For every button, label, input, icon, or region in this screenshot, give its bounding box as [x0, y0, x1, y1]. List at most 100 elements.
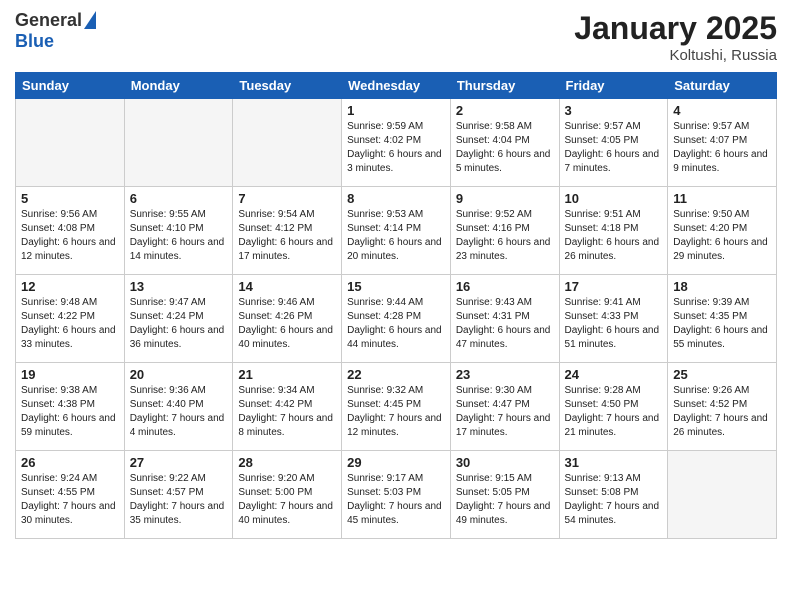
calendar-day-header: Friday [559, 73, 668, 99]
day-number: 16 [456, 279, 554, 294]
cell-info: Sunrise: 9:55 AMSunset: 4:10 PMDaylight:… [130, 208, 228, 264]
day-number: 11 [673, 191, 771, 206]
day-number: 14 [238, 279, 336, 294]
calendar-cell: 4 Sunrise: 9:57 AMSunset: 4:07 PMDaylight… [668, 99, 777, 187]
page-header: General Blue January 2025 Koltushi, Russ… [15, 10, 777, 64]
cell-info: Sunrise: 9:44 AMSunset: 4:28 PMDaylight:… [347, 296, 445, 352]
logo: General Blue [15, 10, 96, 52]
cell-info: Sunrise: 9:52 AMSunset: 4:16 PMDaylight:… [456, 208, 554, 264]
cell-info: Sunrise: 9:57 AMSunset: 4:07 PMDaylight:… [673, 120, 771, 176]
calendar-day-header: Saturday [668, 73, 777, 99]
day-number: 30 [456, 455, 554, 470]
calendar-cell: 29Sunrise: 9:17 AMSunset: 5:03 PMDayligh… [342, 451, 451, 539]
calendar-cell: 19 Sunrise: 9:38 AMSunset: 4:38 PMDayligh… [16, 363, 125, 451]
cell-info: Sunrise: 9:43 AMSunset: 4:31 PMDaylight:… [456, 296, 554, 352]
cell-info: Sunrise: 9:58 AMSunset: 4:04 PMDaylight:… [456, 120, 554, 176]
cell-info: Sunrise: 9:38 AMSunset: 4:38 PMDaylight:… [21, 384, 119, 440]
calendar-cell: 9Sunrise: 9:52 AMSunset: 4:16 PMDaylight… [450, 187, 559, 275]
calendar-cell: 31Sunrise: 9:13 AMSunset: 5:08 PMDayligh… [559, 451, 668, 539]
calendar-header-row: SundayMondayTuesdayWednesdayThursdayFrid… [16, 73, 777, 99]
location: Koltushi, Russia [574, 47, 777, 64]
calendar-cell [233, 99, 342, 187]
calendar-cell: 18 Sunrise: 9:39 AMSunset: 4:35 PMDayligh… [668, 275, 777, 363]
calendar-cell: 2 Sunrise: 9:58 AMSunset: 4:04 PMDaylight… [450, 99, 559, 187]
day-number: 8 [347, 191, 445, 206]
day-number: 31 [565, 455, 663, 470]
calendar-cell: 22 Sunrise: 9:32 AMSunset: 4:45 PMDayligh… [342, 363, 451, 451]
calendar-cell: 27 Sunrise: 9:22 AMSunset: 4:57 PMDayligh… [124, 451, 233, 539]
cell-info: Sunrise: 9:15 AMSunset: 5:05 PMDaylight:… [456, 472, 554, 528]
calendar-cell: 20Sunrise: 9:36 AMSunset: 4:40 PMDayligh… [124, 363, 233, 451]
cell-info: Sunrise: 9:30 AMSunset: 4:47 PMDaylight:… [456, 384, 554, 440]
cell-info: Sunrise: 9:51 AMSunset: 4:18 PMDaylight:… [565, 208, 663, 264]
day-number: 1 [347, 103, 445, 118]
day-number: 3 [565, 103, 663, 118]
cell-info: Sunrise: 9:41 AMSunset: 4:33 PMDaylight:… [565, 296, 663, 352]
calendar-cell: 8 Sunrise: 9:53 AMSunset: 4:14 PMDaylight… [342, 187, 451, 275]
calendar-day-header: Thursday [450, 73, 559, 99]
calendar-cell: 6 Sunrise: 9:55 AMSunset: 4:10 PMDaylight… [124, 187, 233, 275]
cell-info: Sunrise: 9:28 AMSunset: 4:50 PMDaylight:… [565, 384, 663, 440]
cell-info: Sunrise: 9:32 AMSunset: 4:45 PMDaylight:… [347, 384, 445, 440]
calendar-cell [668, 451, 777, 539]
day-number: 6 [130, 191, 228, 206]
day-number: 2 [456, 103, 554, 118]
calendar-week-row: 12 Sunrise: 9:48 AMSunset: 4:22 PMDayligh… [16, 275, 777, 363]
day-number: 5 [21, 191, 119, 206]
calendar-cell: 26Sunrise: 9:24 AMSunset: 4:55 PMDayligh… [16, 451, 125, 539]
calendar-cell: 23 Sunrise: 9:30 AMSunset: 4:47 PMDayligh… [450, 363, 559, 451]
calendar-day-header: Tuesday [233, 73, 342, 99]
day-number: 25 [673, 367, 771, 382]
calendar-cell [16, 99, 125, 187]
day-number: 20 [130, 367, 228, 382]
calendar-day-header: Wednesday [342, 73, 451, 99]
logo-triangle-icon [84, 11, 96, 29]
day-number: 19 [21, 367, 119, 382]
calendar-day-header: Sunday [16, 73, 125, 99]
day-number: 27 [130, 455, 228, 470]
cell-info: Sunrise: 9:34 AMSunset: 4:42 PMDaylight:… [238, 384, 336, 440]
cell-info: Sunrise: 9:24 AMSunset: 4:55 PMDaylight:… [21, 472, 119, 528]
calendar-cell: 24 Sunrise: 9:28 AMSunset: 4:50 PMDayligh… [559, 363, 668, 451]
calendar-cell: 14Sunrise: 9:46 AMSunset: 4:26 PMDayligh… [233, 275, 342, 363]
calendar-cell: 3Sunrise: 9:57 AMSunset: 4:05 PMDaylight… [559, 99, 668, 187]
calendar-cell: 1Sunrise: 9:59 AMSunset: 4:02 PMDaylight… [342, 99, 451, 187]
day-number: 10 [565, 191, 663, 206]
day-number: 12 [21, 279, 119, 294]
cell-info: Sunrise: 9:53 AMSunset: 4:14 PMDaylight:… [347, 208, 445, 264]
cell-info: Sunrise: 9:26 AMSunset: 4:52 PMDaylight:… [673, 384, 771, 440]
cell-info: Sunrise: 9:48 AMSunset: 4:22 PMDaylight:… [21, 296, 119, 352]
calendar-cell: 7 Sunrise: 9:54 AMSunset: 4:12 PMDaylight… [233, 187, 342, 275]
day-number: 28 [238, 455, 336, 470]
calendar-table: SundayMondayTuesdayWednesdayThursdayFrid… [15, 72, 777, 539]
day-number: 29 [347, 455, 445, 470]
cell-info: Sunrise: 9:54 AMSunset: 4:12 PMDaylight:… [238, 208, 336, 264]
calendar-cell: 21 Sunrise: 9:34 AMSunset: 4:42 PMDayligh… [233, 363, 342, 451]
day-number: 23 [456, 367, 554, 382]
day-number: 13 [130, 279, 228, 294]
cell-info: Sunrise: 9:22 AMSunset: 4:57 PMDaylight:… [130, 472, 228, 528]
calendar-cell: 16 Sunrise: 9:43 AMSunset: 4:31 PMDayligh… [450, 275, 559, 363]
cell-info: Sunrise: 9:20 AMSunset: 5:00 PMDaylight:… [238, 472, 336, 528]
logo-general: General [15, 10, 82, 31]
calendar-week-row: 5Sunrise: 9:56 AMSunset: 4:08 PMDaylight… [16, 187, 777, 275]
calendar-cell: 28 Sunrise: 9:20 AMSunset: 5:00 PMDayligh… [233, 451, 342, 539]
day-number: 21 [238, 367, 336, 382]
cell-info: Sunrise: 9:39 AMSunset: 4:35 PMDaylight:… [673, 296, 771, 352]
day-number: 7 [238, 191, 336, 206]
calendar-cell: 15 Sunrise: 9:44 AMSunset: 4:28 PMDayligh… [342, 275, 451, 363]
calendar-cell: 10 Sunrise: 9:51 AMSunset: 4:18 PMDayligh… [559, 187, 668, 275]
day-number: 15 [347, 279, 445, 294]
calendar-week-row: 19 Sunrise: 9:38 AMSunset: 4:38 PMDayligh… [16, 363, 777, 451]
title-block: January 2025 Koltushi, Russia [574, 10, 777, 64]
calendar-cell: 25 Sunrise: 9:26 AMSunset: 4:52 PMDayligh… [668, 363, 777, 451]
day-number: 18 [673, 279, 771, 294]
cell-info: Sunrise: 9:50 AMSunset: 4:20 PMDaylight:… [673, 208, 771, 264]
calendar-week-row: 1Sunrise: 9:59 AMSunset: 4:02 PMDaylight… [16, 99, 777, 187]
day-number: 22 [347, 367, 445, 382]
calendar-cell [124, 99, 233, 187]
calendar-cell: 11 Sunrise: 9:50 AMSunset: 4:20 PMDayligh… [668, 187, 777, 275]
day-number: 24 [565, 367, 663, 382]
day-number: 4 [673, 103, 771, 118]
calendar-cell: 13Sunrise: 9:47 AMSunset: 4:24 PMDayligh… [124, 275, 233, 363]
